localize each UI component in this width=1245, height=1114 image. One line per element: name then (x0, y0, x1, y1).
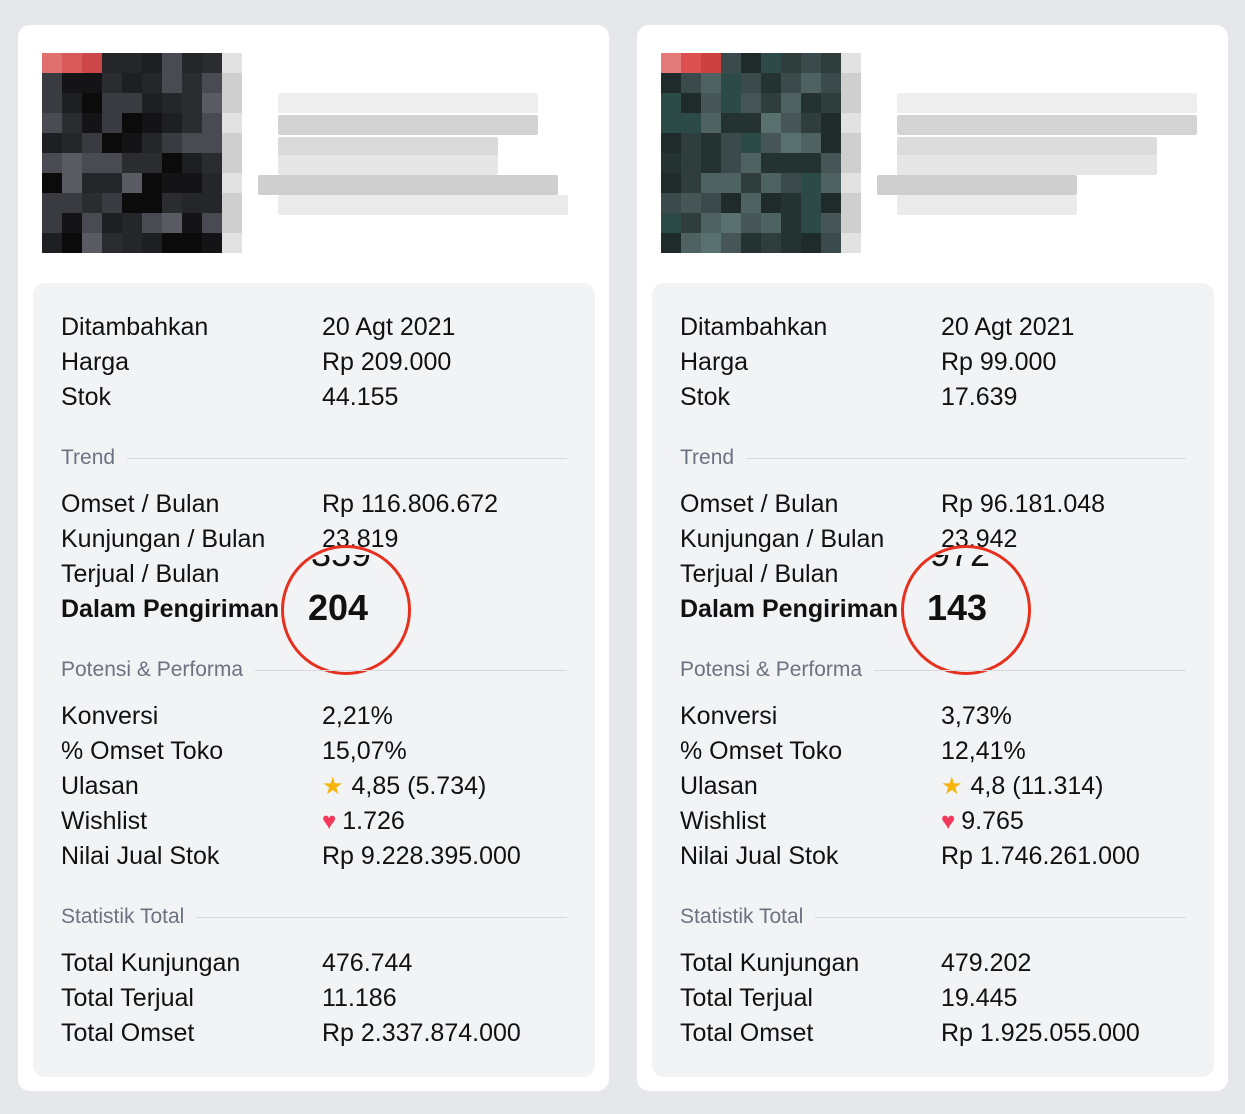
product-card[interactable]: Ditambahkan 20 Agt 2021 Harga Rp 209.000… (18, 25, 609, 1091)
section-trend: Trend (61, 443, 567, 473)
product-stats-panel: Ditambahkan 20 Agt 2021 Harga Rp 209.000… (33, 283, 595, 1077)
section-statistik-total: Statistik Total (61, 902, 567, 932)
product-image-pixelated[interactable] (661, 53, 861, 253)
star-icon: ★ (322, 773, 344, 800)
product-stats-panel: Ditambahkan 20 Agt 2021 Harga Rp 99.000 … (652, 283, 1214, 1077)
product-card[interactable]: Ditambahkan 20 Agt 2021 Harga Rp 99.000 … (637, 25, 1228, 1091)
product-title-pixelated (877, 93, 1197, 217)
heart-icon: ♥ (941, 808, 956, 835)
section-potensi-performa: Potensi & Performa (680, 655, 1186, 685)
section-statistik-total: Statistik Total (680, 902, 1186, 932)
product-image-pixelated[interactable] (42, 53, 242, 253)
section-trend: Trend (680, 443, 1186, 473)
star-icon: ★ (941, 773, 963, 800)
section-potensi-performa: Potensi & Performa (61, 655, 567, 685)
product-title-pixelated (258, 93, 568, 217)
heart-icon: ♥ (322, 808, 337, 835)
